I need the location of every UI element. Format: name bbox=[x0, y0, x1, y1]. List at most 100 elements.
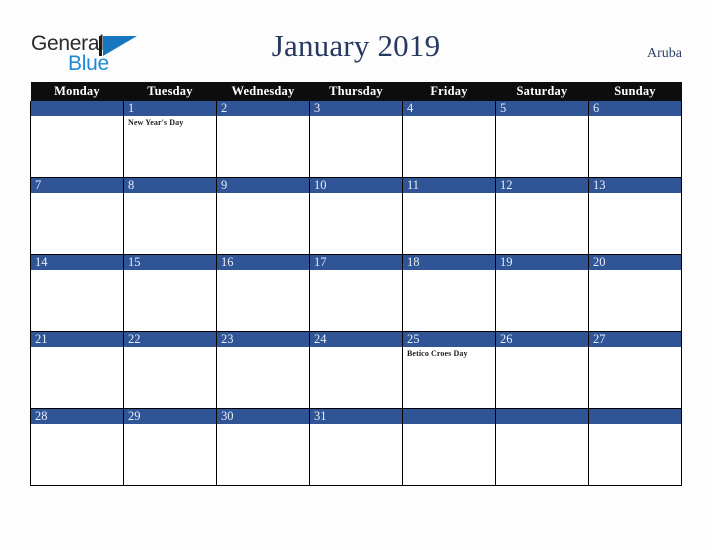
day-cell-inner: 21 bbox=[31, 332, 123, 408]
day-cell-inner bbox=[31, 101, 123, 177]
calendar-day-cell[interactable]: 29 bbox=[123, 408, 217, 486]
day-cell-inner bbox=[589, 409, 681, 485]
day-cell-inner: 14 bbox=[31, 255, 123, 331]
weekday-header-tuesday: Tuesday bbox=[123, 82, 217, 101]
calendar-day-cell[interactable]: 8 bbox=[123, 177, 217, 255]
day-cell-inner: 31 bbox=[310, 409, 402, 485]
calendar-day-cell[interactable]: 10 bbox=[309, 177, 403, 255]
calendar-day-cell[interactable]: 20 bbox=[588, 254, 682, 332]
day-number bbox=[31, 101, 123, 116]
calendar-day-cell[interactable]: 28 bbox=[30, 408, 124, 486]
day-event-label: New Year's Day bbox=[128, 118, 184, 127]
day-number: 29 bbox=[124, 409, 216, 424]
day-events bbox=[403, 270, 495, 272]
weekday-header-monday: Monday bbox=[30, 82, 124, 101]
calendar-day-cell[interactable]: 27 bbox=[588, 331, 682, 409]
day-number: 25 bbox=[403, 332, 495, 347]
calendar-body: 1 New Year's Day 2 3 4 5 6 7 8 9 10 11 12 13 14 15 16 17 1… bbox=[30, 101, 682, 486]
day-events bbox=[403, 424, 495, 426]
day-events bbox=[310, 424, 402, 426]
day-cell-inner bbox=[496, 409, 588, 485]
calendar-day-cell[interactable]: 23 bbox=[216, 331, 310, 409]
day-cell-inner: 15 bbox=[124, 255, 216, 331]
day-events bbox=[496, 270, 588, 272]
calendar-day-cell[interactable]: 19 bbox=[495, 254, 589, 332]
day-cell-inner: 4 bbox=[403, 101, 495, 177]
day-cell-inner: 29 bbox=[124, 409, 216, 485]
day-events bbox=[403, 193, 495, 195]
day-number: 14 bbox=[31, 255, 123, 270]
weekday-header-saturday: Saturday bbox=[495, 82, 589, 101]
day-events bbox=[217, 116, 309, 118]
calendar-day-cell[interactable]: 16 bbox=[216, 254, 310, 332]
day-cell-inner: 28 bbox=[31, 409, 123, 485]
calendar-day-cell[interactable]: 22 bbox=[123, 331, 217, 409]
day-events bbox=[31, 193, 123, 195]
day-events bbox=[589, 193, 681, 195]
day-cell-inner bbox=[403, 409, 495, 485]
day-cell-inner: 22 bbox=[124, 332, 216, 408]
calendar-day-cell[interactable]: 14 bbox=[30, 254, 124, 332]
calendar-day-cell[interactable]: 25 Betico Croes Day bbox=[402, 331, 496, 409]
day-number: 16 bbox=[217, 255, 309, 270]
day-number: 18 bbox=[403, 255, 495, 270]
day-events bbox=[310, 270, 402, 272]
calendar-day-cell[interactable] bbox=[495, 408, 589, 486]
day-number: 3 bbox=[310, 101, 402, 116]
calendar-week-row: 7 8 9 10 11 12 13 bbox=[30, 177, 682, 255]
calendar-day-cell[interactable]: 7 bbox=[30, 177, 124, 255]
day-number: 9 bbox=[217, 178, 309, 193]
day-events bbox=[496, 116, 588, 118]
day-cell-inner: 13 bbox=[589, 178, 681, 254]
calendar-day-cell[interactable]: 15 bbox=[123, 254, 217, 332]
calendar-day-cell[interactable]: 31 bbox=[309, 408, 403, 486]
day-cell-inner: 2 bbox=[217, 101, 309, 177]
day-events bbox=[589, 347, 681, 349]
day-cell-inner: 5 bbox=[496, 101, 588, 177]
day-cell-inner: 25 Betico Croes Day bbox=[403, 332, 495, 408]
day-events bbox=[31, 270, 123, 272]
calendar-day-cell[interactable]: 17 bbox=[309, 254, 403, 332]
calendar-day-cell[interactable]: 13 bbox=[588, 177, 682, 255]
day-events bbox=[31, 424, 123, 426]
day-cell-inner: 8 bbox=[124, 178, 216, 254]
calendar-day-cell[interactable]: 9 bbox=[216, 177, 310, 255]
calendar-day-cell[interactable]: 1 New Year's Day bbox=[123, 101, 217, 178]
calendar-week-row: 21 22 23 24 25 Betico Croes Day 26 27 bbox=[30, 331, 682, 409]
day-cell-inner: 23 bbox=[217, 332, 309, 408]
day-events bbox=[124, 270, 216, 272]
calendar-day-cell[interactable]: 4 bbox=[402, 101, 496, 178]
calendar-day-cell[interactable]: 3 bbox=[309, 101, 403, 178]
weekday-header-thursday: Thursday bbox=[309, 82, 403, 101]
day-events bbox=[496, 347, 588, 349]
day-number: 23 bbox=[217, 332, 309, 347]
calendar-day-cell[interactable]: 11 bbox=[402, 177, 496, 255]
day-number: 28 bbox=[31, 409, 123, 424]
calendar-day-cell[interactable]: 5 bbox=[495, 101, 589, 178]
calendar-day-cell[interactable] bbox=[588, 408, 682, 486]
day-number: 5 bbox=[496, 101, 588, 116]
calendar-day-cell[interactable]: 21 bbox=[30, 331, 124, 409]
day-cell-inner: 6 bbox=[589, 101, 681, 177]
day-cell-inner: 7 bbox=[31, 178, 123, 254]
calendar-day-cell[interactable]: 2 bbox=[216, 101, 310, 178]
calendar-day-cell[interactable]: 26 bbox=[495, 331, 589, 409]
day-number: 31 bbox=[310, 409, 402, 424]
calendar-day-cell[interactable]: 30 bbox=[216, 408, 310, 486]
day-number: 17 bbox=[310, 255, 402, 270]
day-cell-inner: 20 bbox=[589, 255, 681, 331]
calendar-day-cell[interactable] bbox=[30, 101, 124, 178]
calendar-day-cell[interactable] bbox=[402, 408, 496, 486]
calendar-day-cell[interactable]: 18 bbox=[402, 254, 496, 332]
day-number: 21 bbox=[31, 332, 123, 347]
day-events bbox=[217, 193, 309, 195]
day-cell-inner: 27 bbox=[589, 332, 681, 408]
day-events bbox=[310, 116, 402, 118]
calendar-day-cell[interactable]: 12 bbox=[495, 177, 589, 255]
calendar-day-cell[interactable]: 24 bbox=[309, 331, 403, 409]
day-number: 26 bbox=[496, 332, 588, 347]
calendar-day-cell[interactable]: 6 bbox=[588, 101, 682, 178]
day-number: 1 bbox=[124, 101, 216, 116]
day-number: 4 bbox=[403, 101, 495, 116]
calendar-week-row: 28 29 30 31 bbox=[30, 408, 682, 486]
